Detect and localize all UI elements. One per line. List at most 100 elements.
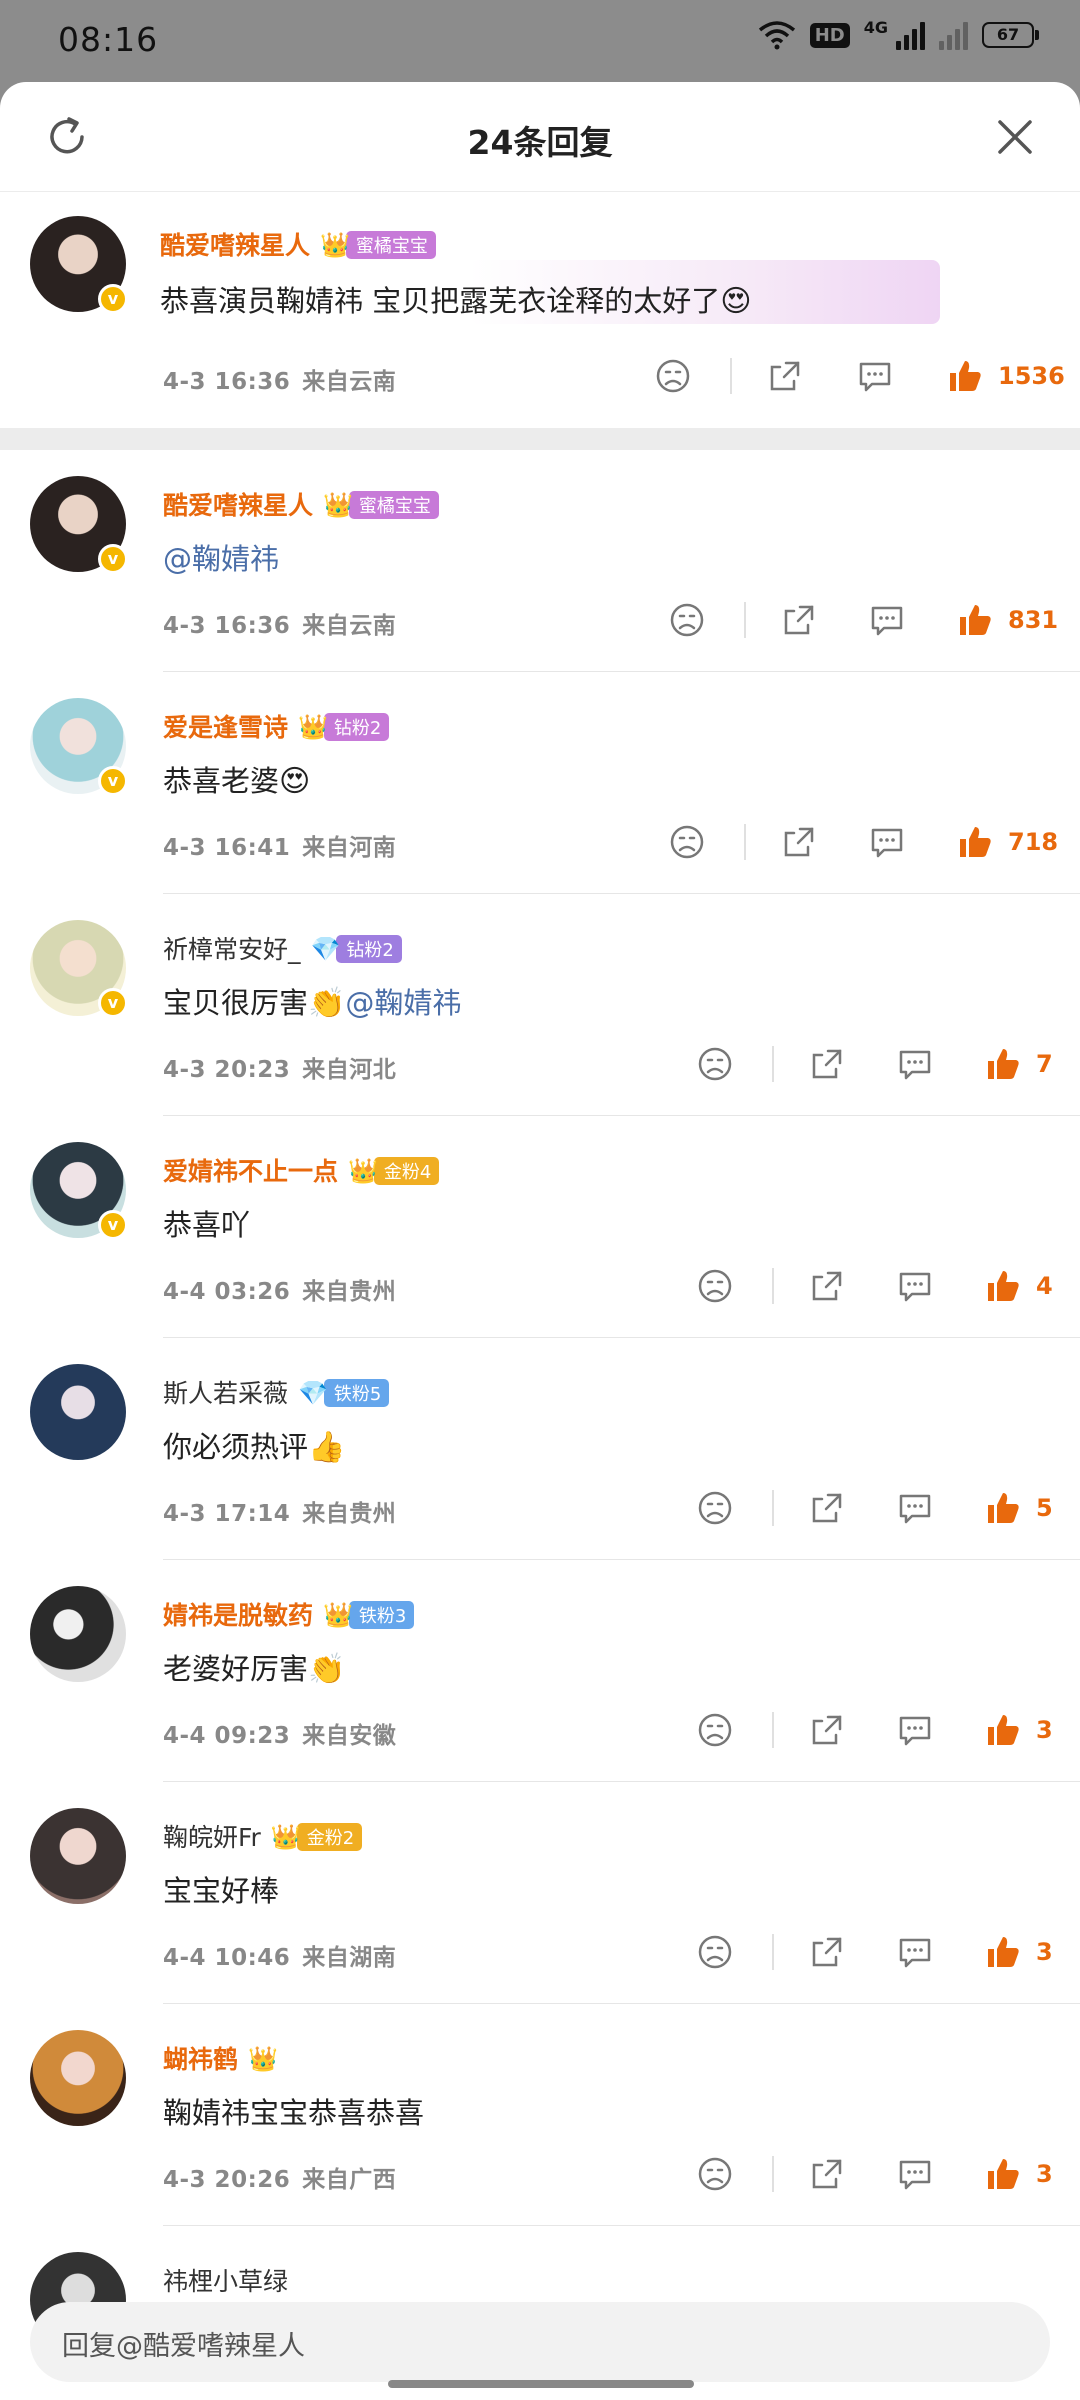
reply-body: 宝宝好棒 <box>163 1874 280 1908</box>
fan-badge[interactable]: 👑 蜜橘宝宝 <box>323 490 439 520</box>
mention-link[interactable]: @鞠婧祎 <box>345 986 461 1020</box>
comment-icon[interactable] <box>856 357 894 395</box>
main-comment: v 酷爱嗜辣星人 👑 蜜橘宝宝 恭喜演员鞠婧祎 宝贝把露芜衣诠释的太好了😍 4-3 … <box>0 192 1080 428</box>
close-icon[interactable] <box>990 112 1040 162</box>
reply-meta: 4-3 16:41 来自河南 <box>163 828 396 862</box>
share-icon[interactable] <box>808 1933 846 1971</box>
dislike-icon[interactable] <box>668 823 706 861</box>
like-icon[interactable] <box>984 1711 1022 1749</box>
comment-icon[interactable] <box>896 1933 934 1971</box>
like-icon[interactable] <box>956 823 994 861</box>
divider <box>744 602 746 638</box>
dislike-icon[interactable] <box>668 601 706 639</box>
dislike-icon[interactable] <box>696 1933 734 1971</box>
avatar[interactable]: v <box>30 1142 128 1240</box>
reply-item: v 爱婧祎不止一点 👑 金粉4 恭喜吖 4-4 03:26 来自贵州 4 <box>0 1116 1080 1338</box>
reply-location: 来自湖南 <box>302 1945 397 1971</box>
fan-badge[interactable]: 👑 钻粉2 <box>298 712 390 742</box>
fan-badge[interactable]: 👑 铁粉3 <box>323 1600 415 1630</box>
like-icon[interactable] <box>984 1267 1022 1305</box>
fan-badge[interactable]: 👑 <box>248 2044 278 2074</box>
dislike-icon[interactable] <box>696 1045 734 1083</box>
fan-badge[interactable]: 👑 金粉4 <box>348 1156 440 1186</box>
fan-badge[interactable]: 💎 钻粉2 <box>311 934 402 964</box>
comment-icon[interactable] <box>868 823 906 861</box>
reply-date: 4-3 20:23 <box>163 1057 291 1083</box>
author-name: 斯人若采薇 <box>163 1379 289 1408</box>
like-count: 718 <box>1008 828 1059 856</box>
reply-author[interactable]: 蝴祎鹤 👑 <box>163 2040 278 2076</box>
author-name: 酷爱嗜辣星人 <box>160 231 311 260</box>
comment-date: 4-3 16:36 <box>163 369 291 395</box>
like-icon[interactable] <box>984 1045 1022 1083</box>
avatar[interactable]: v <box>30 920 128 1018</box>
reply-author[interactable]: 祈樟常安好_ 💎 钻粉2 <box>163 930 402 966</box>
avatar[interactable] <box>30 1808 126 1904</box>
avatar[interactable]: v <box>30 216 128 314</box>
reply-author[interactable]: 婧祎是脱敏药 👑 铁粉3 <box>163 1596 415 1632</box>
reply-author[interactable]: 祎梩小草绿 <box>163 2262 288 2298</box>
home-indicator[interactable] <box>388 2380 694 2388</box>
like-icon[interactable] <box>946 357 984 395</box>
reply-body: 恭喜吖 <box>163 1208 251 1242</box>
reply-meta: 4-3 17:14 来自贵州 <box>163 1494 396 1528</box>
share-icon[interactable] <box>808 1489 846 1527</box>
avatar[interactable] <box>30 1586 126 1682</box>
reply-author[interactable]: 斯人若采薇 💎 铁粉5 <box>163 1374 390 1410</box>
like-icon[interactable] <box>984 1933 1022 1971</box>
avatar[interactable] <box>30 2030 126 2126</box>
comment-icon[interactable] <box>896 1045 934 1083</box>
divider <box>772 1712 774 1748</box>
reply-body: 恭喜老婆 <box>163 764 280 798</box>
reply-location: 来自贵州 <box>302 1501 397 1527</box>
comment-icon[interactable] <box>896 1711 934 1749</box>
share-icon[interactable] <box>780 823 818 861</box>
dislike-icon[interactable] <box>654 357 692 395</box>
avatar[interactable]: v <box>30 476 128 574</box>
mention-link[interactable]: @鞠婧祎 <box>163 542 279 576</box>
dislike-icon[interactable] <box>696 1711 734 1749</box>
like-count: 3 <box>1036 1716 1053 1744</box>
reply-actions: 718 <box>668 820 1058 864</box>
reply-body: 你必须热评 <box>163 1430 309 1464</box>
share-icon[interactable] <box>766 357 804 395</box>
reply-input-placeholder: 回复@酷爱嗜辣星人 <box>62 2331 305 2362</box>
reply-author[interactable]: 酷爱嗜辣星人 👑 蜜橘宝宝 <box>163 486 439 522</box>
crown-icon: 👑 <box>348 1157 378 1185</box>
share-icon[interactable] <box>780 601 818 639</box>
reply-item: v 酷爱嗜辣星人 👑 蜜橘宝宝 @鞠婧祎 4-3 16:36 来自云南 831 <box>0 450 1080 672</box>
fan-badge[interactable]: 💎 铁粉5 <box>298 1378 390 1408</box>
dislike-icon[interactable] <box>696 2155 734 2193</box>
dislike-icon[interactable] <box>696 1489 734 1527</box>
share-icon[interactable] <box>808 1711 846 1749</box>
comment-icon[interactable] <box>896 1489 934 1527</box>
reply-meta: 4-3 20:26 来自广西 <box>163 2160 396 2194</box>
comment-icon[interactable] <box>896 2155 934 2193</box>
reply-meta: 4-4 03:26 来自贵州 <box>163 1272 396 1306</box>
reply-author[interactable]: 鞠皖妍Fr 👑 金粉2 <box>163 1818 363 1854</box>
like-count: 7 <box>1036 1050 1053 1078</box>
comment-actions: 1536 <box>654 354 1065 398</box>
share-icon[interactable] <box>808 1267 846 1305</box>
fan-badge[interactable]: 👑 金粉2 <box>271 1822 363 1852</box>
crown-icon: 👑 <box>320 231 350 259</box>
avatar[interactable] <box>30 1364 126 1460</box>
fan-badge[interactable]: 👑 蜜橘宝宝 <box>320 230 436 260</box>
reply-item: v 祈樟常安好_ 💎 钻粉2 宝贝很厉害👏@鞠婧祎 4-3 20:23 来自河北 7 <box>0 894 1080 1116</box>
share-icon[interactable] <box>808 1045 846 1083</box>
reply-author[interactable]: 爱婧祎不止一点 👑 金粉4 <box>163 1152 440 1188</box>
share-icon[interactable] <box>808 2155 846 2193</box>
like-icon[interactable] <box>984 2155 1022 2193</box>
network-type: 4G <box>863 17 888 37</box>
comment-author[interactable]: 酷爱嗜辣星人 👑 蜜橘宝宝 <box>160 226 436 262</box>
divider <box>772 2156 774 2192</box>
comment-body: 恭喜演员鞠婧祎 宝贝把露芜衣诠释的太好了 <box>160 284 721 318</box>
reply-input[interactable]: 回复@酷爱嗜辣星人 <box>30 2302 1050 2382</box>
like-icon[interactable] <box>956 601 994 639</box>
reply-author[interactable]: 爱是逢雪诗 👑 钻粉2 <box>163 708 390 744</box>
dislike-icon[interactable] <box>696 1267 734 1305</box>
avatar[interactable]: v <box>30 698 128 796</box>
comment-icon[interactable] <box>896 1267 934 1305</box>
comment-icon[interactable] <box>868 601 906 639</box>
like-icon[interactable] <box>984 1489 1022 1527</box>
